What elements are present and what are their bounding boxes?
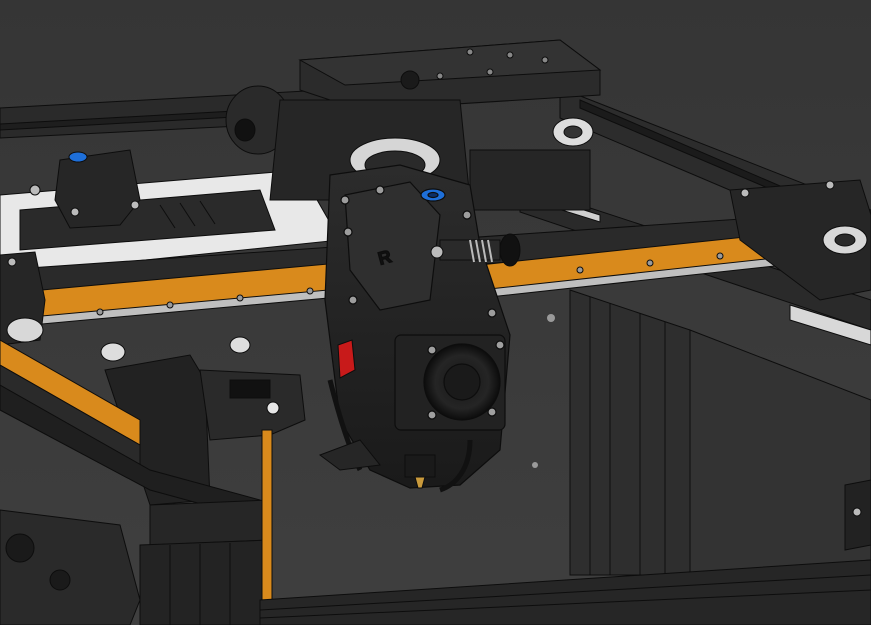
back-plate-bolt bbox=[532, 462, 538, 468]
back-plate-bolt bbox=[547, 314, 555, 322]
cad-viewport: R bbox=[0, 0, 871, 625]
right-lower-bracket bbox=[844, 479, 871, 551]
x-end-left bbox=[0, 251, 46, 346]
hotend-fan bbox=[394, 334, 506, 431]
printer-render: R bbox=[0, 0, 871, 625]
bottom-left-mechanism bbox=[0, 509, 141, 625]
